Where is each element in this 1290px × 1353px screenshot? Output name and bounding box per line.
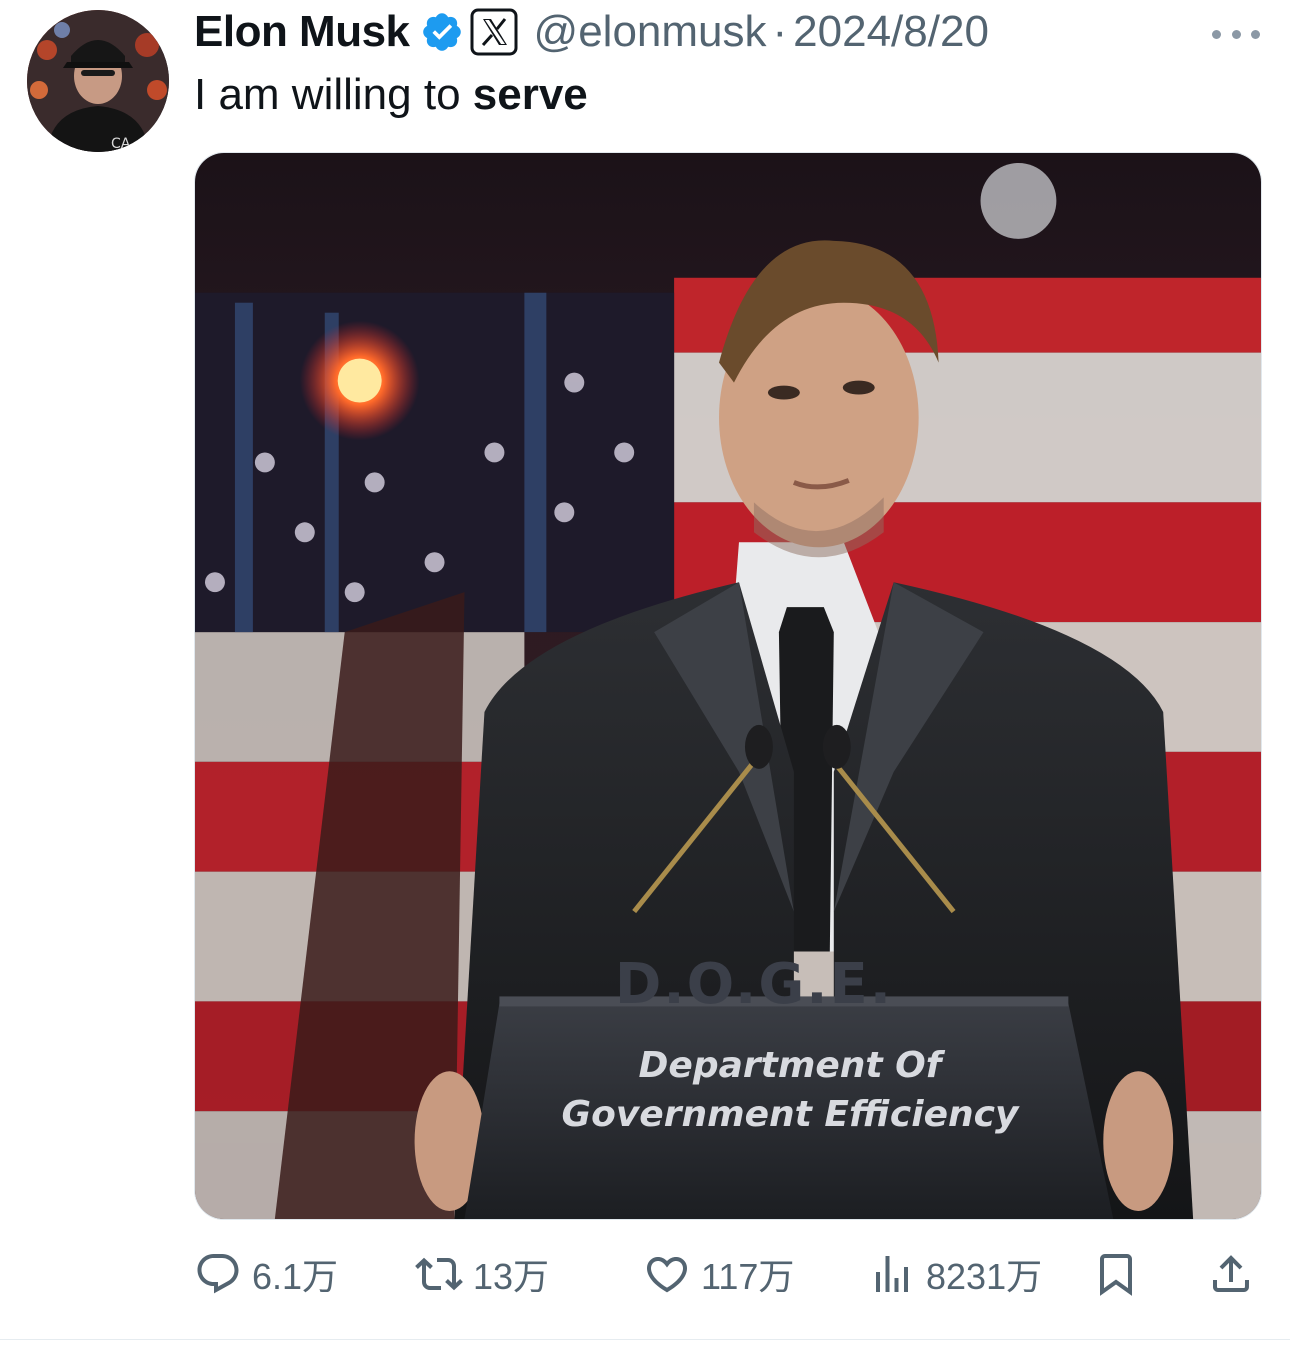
share-icon bbox=[1207, 1250, 1255, 1298]
svg-text:CA: CA bbox=[111, 136, 131, 152]
reply-button[interactable]: 6.1万 bbox=[194, 1246, 338, 1302]
bookmark-button[interactable] bbox=[1092, 1246, 1140, 1302]
retweet-icon bbox=[415, 1250, 463, 1298]
reply-count: 6.1万 bbox=[252, 1256, 339, 1297]
more-icon[interactable] bbox=[1212, 14, 1260, 54]
podium-line-2: Government Efficiency bbox=[561, 1094, 1019, 1135]
like-button[interactable]: 117万 bbox=[643, 1246, 794, 1302]
separator-dot: · bbox=[772, 7, 788, 56]
avatar[interactable]: CA bbox=[27, 10, 169, 152]
bookmark-icon bbox=[1092, 1250, 1140, 1298]
retweet-button[interactable]: 13万 bbox=[415, 1246, 549, 1302]
podium-line-1: Department Of bbox=[638, 1045, 942, 1086]
views-icon bbox=[868, 1250, 916, 1298]
share-button[interactable] bbox=[1207, 1246, 1255, 1302]
views-button[interactable]: 8231万 bbox=[868, 1246, 1042, 1302]
tweet-actions: 6.1万 13万 117万 8231万 bbox=[0, 1246, 1290, 1302]
retweet-count: 13万 bbox=[473, 1256, 550, 1297]
author-handle[interactable]: @elonmusk bbox=[534, 7, 767, 57]
tweet-date[interactable]: 2024/8/20 bbox=[793, 7, 989, 57]
views-count: 8231万 bbox=[926, 1256, 1043, 1297]
x-logo-icon[interactable] bbox=[470, 7, 520, 57]
tweet-text-bold: serve bbox=[472, 70, 588, 119]
author-name[interactable]: Elon Musk bbox=[194, 7, 410, 57]
verified-badge-icon[interactable] bbox=[420, 10, 464, 54]
heart-icon bbox=[643, 1250, 691, 1298]
tweet-header: Elon Musk @elonmusk · 2024/8/20 bbox=[194, 6, 989, 58]
reply-icon bbox=[194, 1250, 242, 1298]
podium-acronym: D.O.G.E. bbox=[614, 952, 894, 1017]
tweet-card[interactable]: CA Elon Musk @elonmusk · 2024/8/20 I am … bbox=[0, 0, 1290, 1340]
tweet-text: I am willing to serve bbox=[194, 70, 588, 120]
like-count: 117万 bbox=[701, 1256, 795, 1297]
tweet-text-prefix: I am willing to bbox=[194, 70, 473, 119]
bottom-divider bbox=[0, 1339, 1290, 1340]
